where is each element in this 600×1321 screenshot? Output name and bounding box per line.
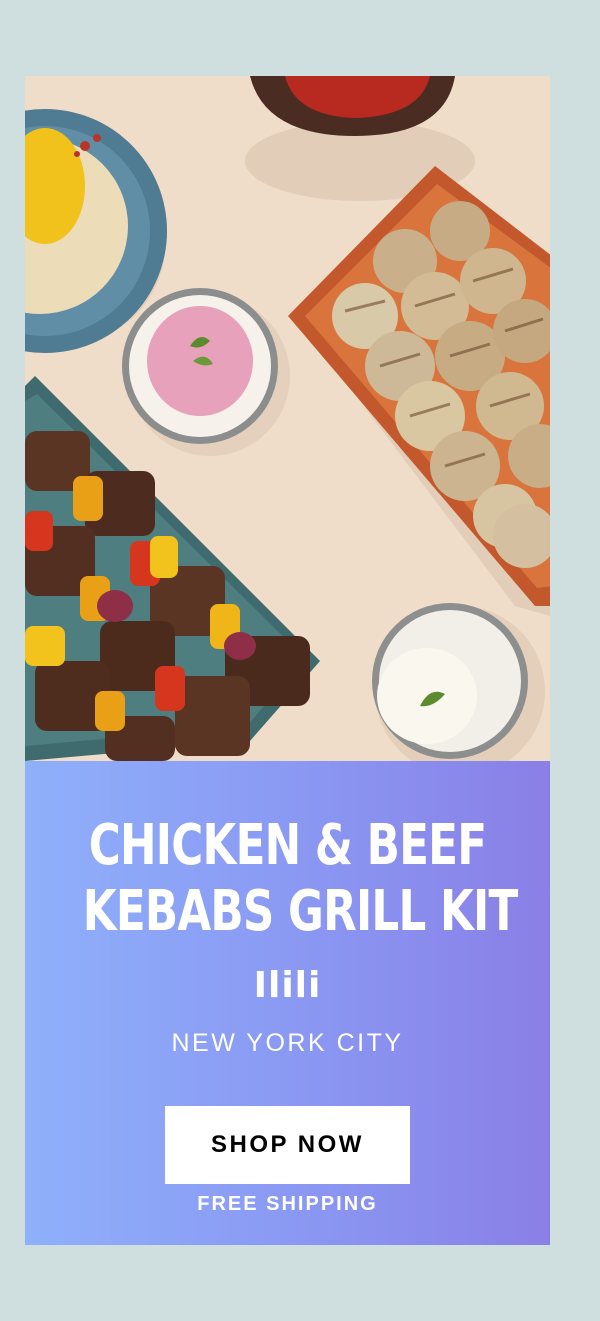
headline: CHICKEN & BEEF KEBABS GRILL KIT bbox=[83, 813, 519, 945]
shop-now-button[interactable]: SHOP NOW bbox=[165, 1106, 410, 1184]
promo-panel: CHICKEN & BEEF KEBABS GRILL KIT Ilili NE… bbox=[25, 761, 550, 1245]
promo-card[interactable]: CHICKEN & BEEF KEBABS GRILL KIT Ilili NE… bbox=[25, 76, 550, 1245]
food-photo[interactable] bbox=[25, 76, 550, 761]
location-label: NEW YORK CITY bbox=[171, 1029, 404, 1057]
brand-name: Ilili bbox=[253, 965, 322, 1006]
headline-line-2: KEBABS GRILL KIT bbox=[82, 879, 519, 944]
headline-line-1: CHICKEN & BEEF bbox=[88, 813, 487, 878]
free-shipping-label: FREE SHIPPING bbox=[197, 1193, 378, 1215]
